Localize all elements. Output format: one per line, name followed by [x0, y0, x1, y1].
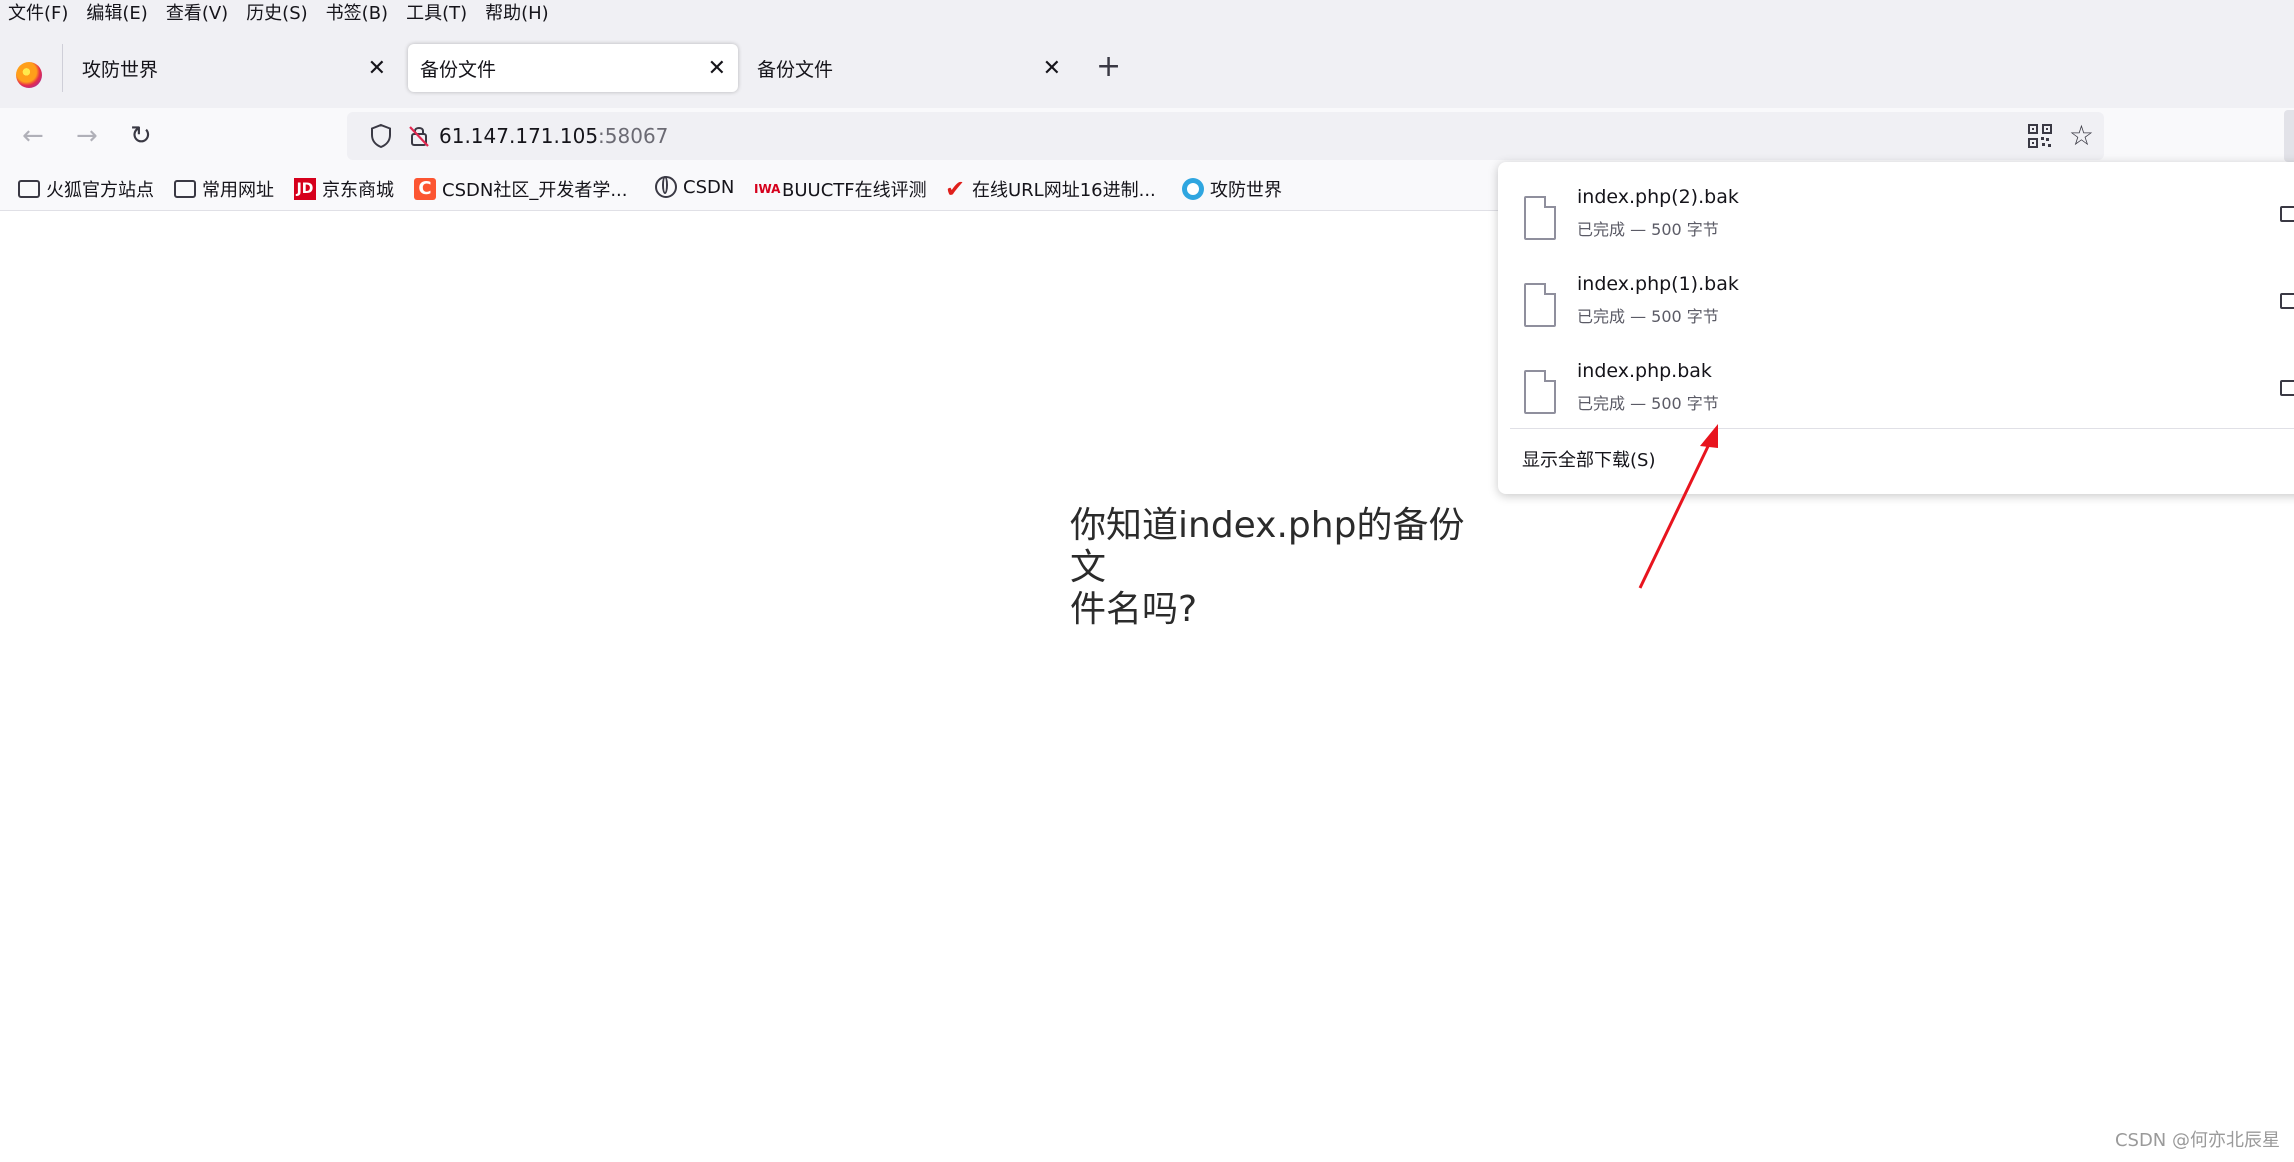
tab-backup[interactable]: 备份文件 ✕ [745, 44, 1073, 92]
folder-icon[interactable] [2280, 206, 2294, 222]
folder-icon [18, 180, 40, 198]
bookmark-buuctf[interactable]: IWA BUUCTF在线评测 [754, 176, 927, 202]
download-item[interactable]: index.php.bak 已完成 — 500 字节 [1498, 356, 2294, 436]
firefox-icon[interactable] [16, 62, 42, 88]
new-tab-button[interactable]: + [1096, 52, 1121, 82]
url-text[interactable]: 61.147.171.105:58067 [439, 124, 668, 148]
menu-view[interactable]: 查看(V) [157, 0, 237, 28]
bookmark-common-folder[interactable]: 常用网址 [174, 176, 274, 202]
url-host: 61.147.171.105 [439, 124, 599, 148]
bookmark-csdn[interactable]: CSDN [655, 176, 734, 198]
url-port: :58067 [598, 124, 669, 148]
bookmark-firefox-folder[interactable]: 火狐官方站点 [18, 176, 154, 202]
bookmark-url-hex[interactable]: ✔ 在线URL网址16进制... [944, 176, 1156, 202]
forward-button[interactable]: → [76, 122, 98, 150]
bookmark-label: 在线URL网址16进制... [972, 180, 1156, 201]
download-filename: index.php(1).bak [1577, 273, 1739, 295]
download-item[interactable]: index.php(1).bak 已完成 — 500 字节 [1498, 269, 2294, 349]
download-filename: index.php.bak [1577, 360, 1712, 382]
qr-code-icon[interactable] [2028, 124, 2052, 148]
menu-bar: 文件(F) 编辑(E) 查看(V) 历史(S) 书签(B) 工具(T) 帮助(H… [0, 0, 2294, 28]
reload-button[interactable]: ↻ [130, 122, 152, 150]
bookmark-label: 常用网址 [202, 180, 274, 201]
checkmark-icon: ✔ [944, 175, 966, 203]
download-status: 已完成 — 500 字节 [1577, 307, 1719, 326]
toolbar-edge [2284, 110, 2294, 162]
bookmark-label: 火狐官方站点 [46, 180, 154, 201]
bookmark-label: 攻防世界 [1210, 180, 1282, 201]
file-icon [1524, 283, 1556, 327]
watermark: CSDN @何亦北辰星 [2114, 1130, 2280, 1151]
menu-help[interactable]: 帮助(H) [476, 0, 558, 28]
buuctf-icon: IWA [754, 182, 781, 196]
menu-history[interactable]: 历史(S) [237, 0, 316, 28]
panel-divider [1510, 428, 2294, 429]
menu-file[interactable]: 文件(F) [0, 0, 77, 28]
close-icon[interactable]: ✕ [368, 56, 386, 81]
folder-icon [174, 180, 196, 198]
menu-edit[interactable]: 编辑(E) [77, 0, 156, 28]
bookmark-label: BUUCTF在线评测 [782, 180, 927, 201]
page-question-line-1: 你知道index.php的备份文 [1070, 505, 1465, 588]
gongfang-icon [1182, 178, 1204, 200]
menu-bookmarks[interactable]: 书签(B) [317, 0, 397, 28]
tab-backup-active[interactable]: 备份文件 ✕ [408, 44, 738, 92]
tab-strip: 攻防世界 ✕ 备份文件 ✕ 备份文件 ✕ + [0, 28, 2294, 108]
bookmark-label: CSDN [683, 176, 735, 198]
bookmark-label: 京东商城 [322, 180, 394, 201]
shield-icon[interactable] [367, 122, 395, 150]
globe-icon [655, 176, 677, 198]
download-filename: index.php(2).bak [1577, 186, 1739, 208]
show-all-downloads-button[interactable]: 显示全部下载(S) [1522, 446, 1655, 472]
tab-divider [62, 44, 63, 92]
tab-gongfang[interactable]: 攻防世界 ✕ [70, 44, 398, 92]
bookmark-star-icon[interactable]: ☆ [2069, 120, 2094, 152]
url-bar[interactable]: 61.147.171.105:58067 ☆ [347, 112, 2104, 160]
file-icon [1524, 196, 1556, 240]
insecure-lock-icon[interactable] [405, 122, 433, 150]
bookmark-csdn-community[interactable]: C CSDN社区_开发者学... [414, 176, 627, 202]
file-icon [1524, 370, 1556, 414]
menu-tools[interactable]: 工具(T) [397, 0, 476, 28]
navigation-bar: ← → ↻ 61.147.171.105:58067 ☆ [0, 108, 2294, 168]
close-icon[interactable]: ✕ [708, 56, 726, 81]
download-status: 已完成 — 500 字节 [1577, 220, 1719, 239]
back-button[interactable]: ← [22, 122, 44, 150]
bookmark-gongfang[interactable]: 攻防世界 [1182, 176, 1282, 202]
tab-title: 备份文件 [757, 58, 834, 81]
csdn-icon: C [414, 178, 436, 200]
tab-title: 备份文件 [420, 58, 497, 81]
tab-title: 攻防世界 [82, 58, 159, 81]
bookmark-jd[interactable]: JD 京东商城 [294, 176, 394, 202]
page-question: 你知道index.php的备份文 件名吗? [1070, 505, 1500, 631]
folder-icon[interactable] [2280, 380, 2294, 396]
close-icon[interactable]: ✕ [1043, 56, 1061, 81]
downloads-panel: index.php(2).bak 已完成 — 500 字节 index.php(… [1498, 162, 2294, 494]
folder-icon[interactable] [2280, 293, 2294, 309]
bookmark-label: CSDN社区_开发者学... [442, 180, 628, 201]
download-status: 已完成 — 500 字节 [1577, 394, 1719, 413]
page-question-line-2: 件名吗? [1070, 589, 1198, 630]
jd-icon: JD [294, 178, 316, 200]
download-item[interactable]: index.php(2).bak 已完成 — 500 字节 [1498, 182, 2294, 262]
